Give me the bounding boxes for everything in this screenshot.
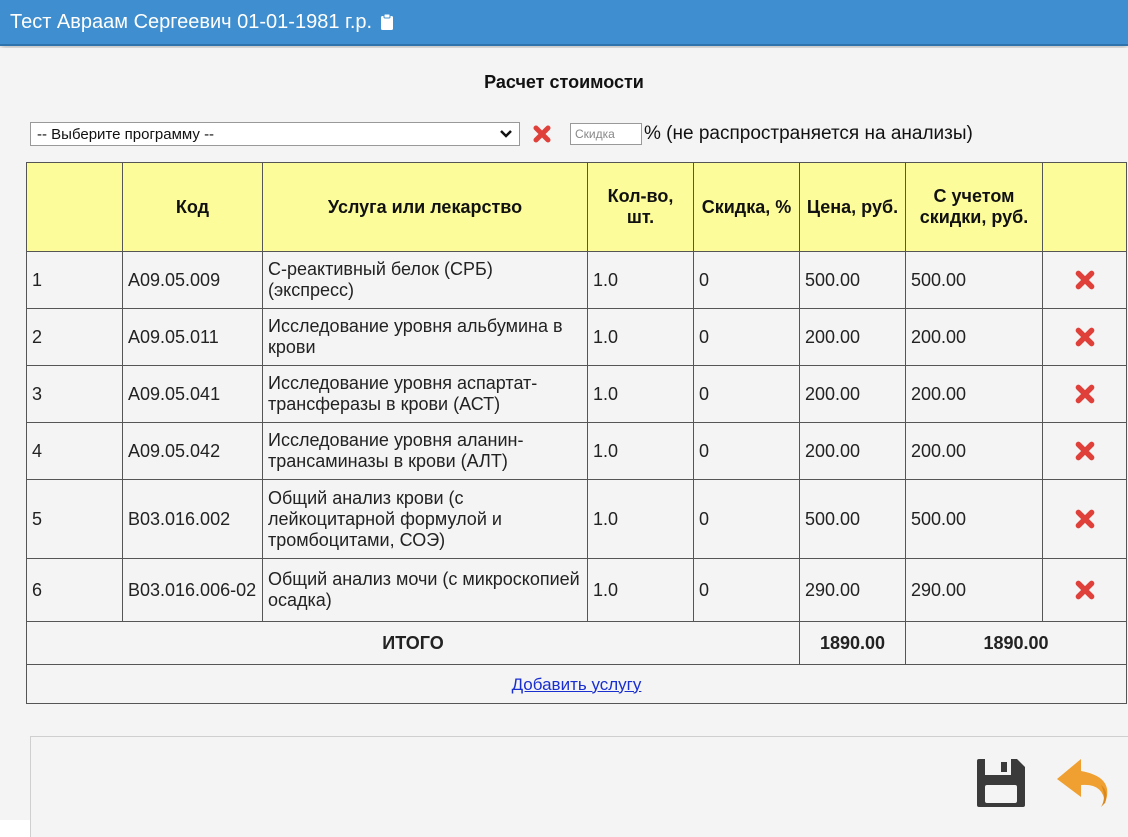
add-service-row: Добавить услугу [26,664,1127,704]
clear-program-icon[interactable] [532,124,552,144]
row-number: 1 [26,251,123,309]
col-header-discount: Скидка, % [693,162,800,252]
delete-icon[interactable] [1074,383,1096,405]
delete-icon[interactable] [1074,269,1096,291]
row-price: 200.00 [799,365,906,423]
total-price: 1890.00 [799,621,906,665]
page-heading: Расчет стоимости [484,72,644,92]
row-discount[interactable]: 0 [693,479,800,559]
col-header-price: Цена, руб. [799,162,906,252]
cost-calculation-panel: Расчет стоимости -- Выберите программу -… [0,48,1128,837]
add-service-link[interactable]: Добавить услугу [512,675,642,694]
row-discounted: 290.00 [905,558,1043,622]
row-code: A09.05.041 [122,365,263,423]
total-discounted: 1890.00 [905,621,1127,665]
row-code: B03.016.002 [122,479,263,559]
row-price: 500.00 [799,251,906,309]
row-service: Исследование уровня альбумина в крови [262,308,588,366]
row-discounted: 500.00 [905,251,1043,309]
row-discount[interactable]: 0 [693,251,800,309]
col-header-service: Услуга или лекарство [262,162,588,252]
program-select[interactable]: -- Выберите программу -- [30,122,520,146]
row-discount[interactable]: 0 [693,558,800,622]
add-service-cell: Добавить услугу [26,664,1127,704]
program-select-value: -- Выберите программу -- [37,125,215,143]
row-actions [1042,558,1127,622]
row-qty[interactable]: 1.0 [587,251,694,309]
row-price: 290.00 [799,558,906,622]
table-row: 2 A09.05.011 Исследование уровня альбуми… [26,308,1127,366]
discount-input[interactable]: Скидка [570,123,642,145]
patient-title: Тест Авраам Сергеевич 01-01-1981 г.р. [10,10,373,33]
row-service: Общий анализ крови (с лейкоцитарной форм… [262,479,588,559]
row-service: Общий анализ мочи (с микроскопией осадка… [262,558,588,622]
row-number: 3 [26,365,123,423]
undo-arrow-icon[interactable] [1053,751,1117,815]
row-code: A09.05.009 [122,251,263,309]
col-header-qty: Кол-во, шт. [587,162,694,252]
row-discounted: 200.00 [905,365,1043,423]
row-number: 2 [26,308,123,366]
row-qty[interactable]: 1.0 [587,422,694,480]
row-qty[interactable]: 1.0 [587,479,694,559]
row-price: 200.00 [799,308,906,366]
col-header-actions [1042,162,1127,252]
row-price: 200.00 [799,422,906,480]
row-actions [1042,479,1127,559]
row-qty[interactable]: 1.0 [587,308,694,366]
services-table: Код Услуга или лекарство Кол-во, шт. Ски… [26,162,1127,704]
row-code: A09.05.042 [122,422,263,480]
row-service: Исследование уровня аланин-трансаминазы … [262,422,588,480]
controls-row: -- Выберите программу -- Скидка % (не ра… [30,121,973,147]
discount-note: % (не распространяется на анализы) [644,123,973,144]
row-actions [1042,365,1127,423]
row-discount[interactable]: 0 [693,308,800,366]
delete-icon[interactable] [1074,579,1096,601]
row-discount[interactable]: 0 [693,422,800,480]
clipboard-icon[interactable] [380,13,394,31]
table-row: 3 A09.05.041 Исследование уровня аспарта… [26,365,1127,423]
delete-icon[interactable] [1074,326,1096,348]
row-number: 5 [26,479,123,559]
total-label: ИТОГО [26,621,800,665]
table-row: 4 A09.05.042 Исследование уровня аланин-… [26,422,1127,480]
delete-icon[interactable] [1074,508,1096,530]
patient-title-bar: Тест Авраам Сергеевич 01-01-1981 г.р. [0,0,1128,46]
row-code: A09.05.011 [122,308,263,366]
row-service: С-реактивный белок (СРБ) (экспресс) [262,251,588,309]
row-actions [1042,422,1127,480]
floppy-disk-icon[interactable] [971,753,1031,813]
footer-panel [30,736,1128,837]
row-number: 6 [26,558,123,622]
row-price: 500.00 [799,479,906,559]
table-row: 6 B03.016.006-02 Общий анализ мочи (с ми… [26,558,1127,622]
col-header-discounted: С учетом скидки, руб. [905,162,1043,252]
row-discounted: 200.00 [905,422,1043,480]
col-header-number [26,162,123,252]
row-actions [1042,251,1127,309]
row-discounted: 500.00 [905,479,1043,559]
row-code: B03.016.006-02 [122,558,263,622]
discount-placeholder: Скидка [575,127,615,141]
table-row: 1 A09.05.009 С-реактивный белок (СРБ) (э… [26,251,1127,309]
col-header-code: Код [122,162,263,252]
total-row: ИТОГО 1890.00 1890.00 [26,621,1127,665]
row-service: Исследование уровня аспартат-трансферазы… [262,365,588,423]
table-row: 5 B03.016.002 Общий анализ крови (с лейк… [26,479,1127,559]
row-number: 4 [26,422,123,480]
chevron-down-icon [500,130,512,138]
table-header-row: Код Услуга или лекарство Кол-во, шт. Ски… [26,162,1127,252]
row-actions [1042,308,1127,366]
row-discounted: 200.00 [905,308,1043,366]
row-qty[interactable]: 1.0 [587,558,694,622]
delete-icon[interactable] [1074,440,1096,462]
row-qty[interactable]: 1.0 [587,365,694,423]
row-discount[interactable]: 0 [693,365,800,423]
